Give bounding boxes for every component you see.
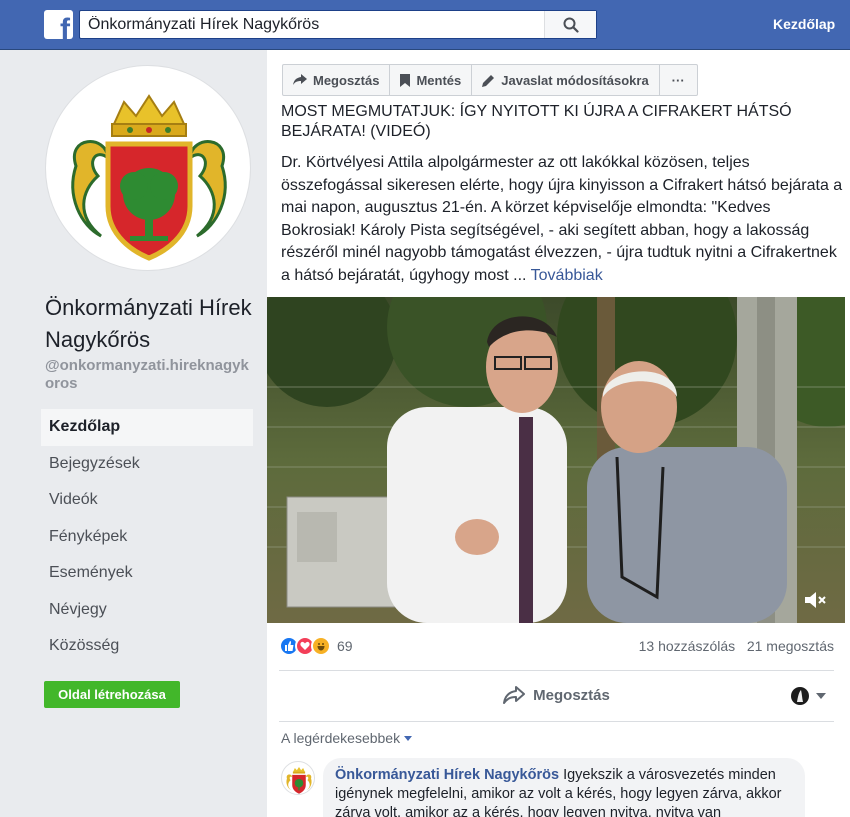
mute-icon[interactable] — [805, 591, 827, 609]
save-label: Mentés — [416, 72, 462, 88]
reaction-count: 69 — [337, 638, 353, 654]
search-icon — [563, 17, 579, 33]
nav-item-home[interactable]: Kezdőlap — [41, 409, 253, 446]
share-arrow-icon — [503, 686, 526, 704]
haha-reaction-icon — [311, 636, 331, 656]
page-profile-picture[interactable] — [45, 65, 251, 271]
share-action-button[interactable]: Megosztás — [279, 680, 834, 710]
share-page-label: Megosztás — [313, 72, 380, 88]
divider — [279, 721, 834, 722]
see-more-link[interactable]: Továbbiak — [531, 267, 603, 284]
page-navigation: Kezdőlap Bejegyzések Videók Fényképek Es… — [41, 409, 253, 665]
nav-item-photos[interactable]: Fényképek — [41, 519, 253, 556]
post-body-text: Dr. Körtvélyesi Attila alpolgármester az… — [281, 154, 843, 284]
save-button[interactable]: Mentés — [390, 65, 473, 95]
suggest-edits-label: Javaslat módosításokra — [501, 72, 649, 88]
top-bar: f Kezdőlap — [0, 0, 850, 50]
suggest-edits-button[interactable]: Javaslat módosításokra — [472, 65, 660, 95]
search-button[interactable] — [544, 11, 596, 38]
bookmark-icon — [400, 73, 411, 87]
comment-count[interactable]: 13 hozzászólás — [639, 638, 736, 654]
comment-sort-dropdown[interactable]: A legérdekesebbek — [281, 730, 413, 746]
share-arrow-icon — [293, 74, 307, 85]
comment-author[interactable]: Önkormányzati Hírek Nagykőrös — [335, 767, 559, 783]
profile-avatar-icon — [791, 687, 809, 705]
comment-author-avatar[interactable] — [281, 761, 315, 795]
post-stats: 69 13 hozzászólás 21 megosztás — [279, 635, 834, 657]
coat-of-arms-logo — [286, 766, 312, 794]
share-count[interactable]: 21 megosztás — [747, 638, 834, 654]
nav-item-community[interactable]: Közösség — [41, 628, 253, 665]
nav-item-events[interactable]: Események — [41, 555, 253, 592]
nav-item-about[interactable]: Névjegy — [41, 592, 253, 629]
nav-item-videos[interactable]: Videók — [41, 482, 253, 519]
page-handle: @onkormanyzati.hireknagykoros — [45, 357, 249, 392]
more-options-button[interactable]: ··· — [660, 65, 697, 95]
video-frame — [267, 297, 845, 623]
pencil-icon — [482, 74, 495, 87]
nav-item-posts[interactable]: Bejegyzések — [41, 446, 253, 483]
post-as-selector[interactable] — [790, 686, 826, 706]
search-box[interactable] — [79, 10, 597, 39]
coat-of-arms-logo — [71, 94, 227, 261]
comment-bubble: Önkormányzati Hírek Nagykőrös Igyekszik … — [323, 758, 805, 817]
post-video[interactable] — [267, 297, 845, 623]
comment-sort-label: A legérdekesebbek — [281, 730, 401, 746]
post-action-bar: Megosztás Mentés Javaslat módosításokra … — [282, 64, 698, 96]
home-link[interactable]: Kezdőlap — [773, 16, 835, 32]
reactions-summary[interactable]: 69 — [279, 636, 353, 656]
post-card: Megosztás Mentés Javaslat módosításokra … — [267, 50, 850, 817]
search-input[interactable] — [88, 14, 538, 36]
chevron-down-icon — [816, 693, 826, 699]
share-page-button[interactable]: Megosztás — [283, 65, 391, 95]
post-title: MOST MEGMUTATJUK: ÍGY NYITOTT KI ÚJRA A … — [281, 103, 792, 140]
page-name[interactable]: Önkormányzati Hírek Nagykőrös — [45, 292, 260, 356]
comment-share-counts: 13 hozzászólás 21 megosztás — [639, 638, 834, 654]
create-page-button[interactable]: Oldal létrehozása — [44, 681, 180, 708]
post-body: Dr. Körtvélyesi Attila alpolgármester az… — [281, 152, 846, 287]
share-action-label: Megosztás — [533, 686, 610, 704]
divider — [279, 670, 834, 671]
facebook-logo-icon[interactable]: f — [44, 10, 73, 39]
chevron-down-icon — [404, 735, 413, 741]
